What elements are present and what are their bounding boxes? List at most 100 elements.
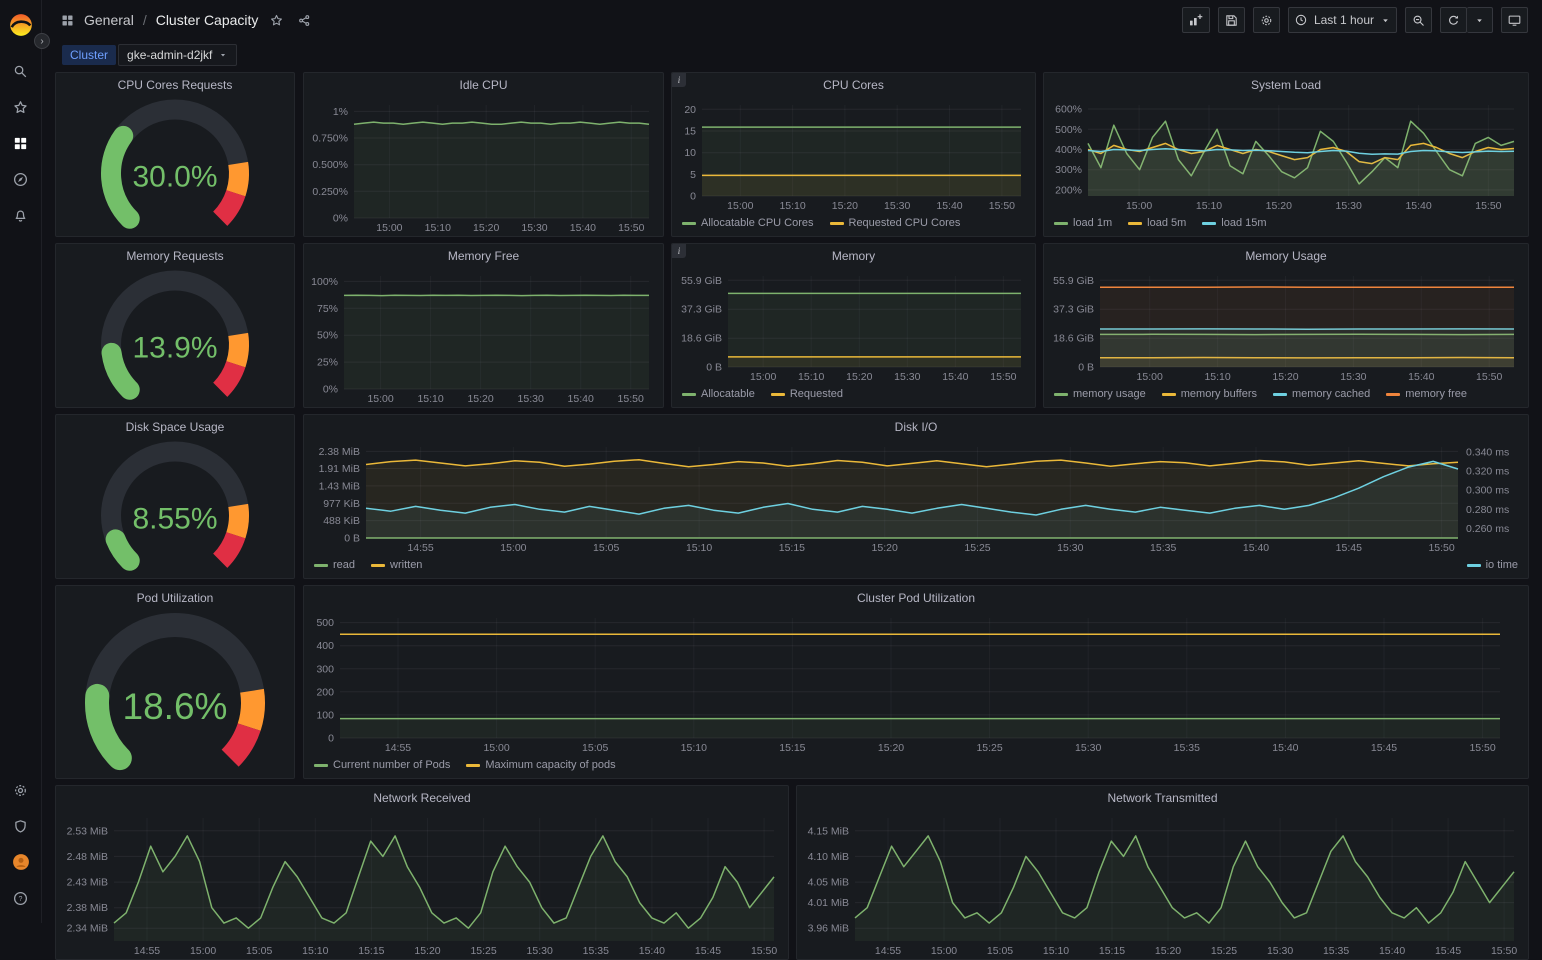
legend-item[interactable]: Allocatable CPU Cores bbox=[682, 217, 814, 229]
add-panel-button[interactable] bbox=[1182, 7, 1210, 33]
svg-text:15:25: 15:25 bbox=[470, 945, 496, 957]
legend-item[interactable]: load 1m bbox=[1054, 217, 1112, 229]
chart-disk-io[interactable]: 0 B488 KiB977 KiB1.43 MiB1.91 MiB2.38 Mi… bbox=[304, 439, 1528, 556]
svg-text:15:50: 15:50 bbox=[751, 945, 777, 957]
panel-memory: i Memory 0 B18.6 GiB37.3 GiB55.9 GiB15:0… bbox=[671, 243, 1036, 408]
legend-item[interactable]: io time bbox=[1467, 559, 1518, 571]
svg-text:55.9 GiB: 55.9 GiB bbox=[681, 275, 722, 287]
time-range-picker[interactable]: Last 1 hour bbox=[1288, 7, 1397, 33]
legend-item[interactable]: written bbox=[371, 559, 422, 571]
breadcrumb: General / Cluster Capacity bbox=[60, 11, 314, 30]
panel-info-icon[interactable]: i bbox=[672, 73, 686, 87]
dashboard-settings-button[interactable] bbox=[1253, 7, 1280, 33]
panel-title[interactable]: Network Received bbox=[56, 786, 788, 810]
chart-cluster-pod-utilization[interactable]: 010020030040050014:5515:0015:0515:1015:1… bbox=[304, 610, 1528, 756]
legend-item[interactable]: memory cached bbox=[1273, 388, 1370, 400]
svg-text:15:10: 15:10 bbox=[686, 542, 712, 554]
svg-text:977 KiB: 977 KiB bbox=[323, 498, 360, 510]
cluster-variable-label[interactable]: Cluster bbox=[62, 45, 116, 65]
svg-text:15:50: 15:50 bbox=[1491, 945, 1517, 957]
svg-text:15:25: 15:25 bbox=[976, 742, 1002, 754]
svg-text:0.280 ms: 0.280 ms bbox=[1466, 504, 1509, 516]
panel-memory-usage: Memory Usage 0 B18.6 GiB37.3 GiB55.9 GiB… bbox=[1043, 243, 1529, 408]
toolbar-actions: Last 1 hour bbox=[1182, 7, 1528, 33]
svg-text:15:45: 15:45 bbox=[1371, 742, 1397, 754]
panel-title[interactable]: CPU Cores Requests bbox=[56, 73, 294, 97]
legend-item[interactable]: Current number of Pods bbox=[314, 759, 450, 771]
panel-title[interactable]: Disk Space Usage bbox=[56, 415, 294, 439]
legend-item[interactable]: Allocatable bbox=[682, 388, 755, 400]
legend-item[interactable]: Requested CPU Cores bbox=[830, 217, 961, 229]
svg-text:15:50: 15:50 bbox=[989, 200, 1015, 212]
explore-compass-icon[interactable] bbox=[5, 164, 37, 194]
security-shield-icon[interactable] bbox=[5, 811, 37, 841]
svg-text:14:55: 14:55 bbox=[875, 945, 901, 957]
svg-text:15:05: 15:05 bbox=[246, 945, 272, 957]
panel-network-received: Network Received 2.34 MiB2.38 MiB2.43 Mi… bbox=[55, 785, 789, 960]
refresh-interval-caret[interactable] bbox=[1467, 7, 1493, 33]
panel-title[interactable]: CPU Cores bbox=[672, 73, 1035, 97]
breadcrumb-folder[interactable]: General bbox=[84, 12, 134, 28]
svg-text:25%: 25% bbox=[317, 357, 338, 369]
legend-item[interactable]: Requested bbox=[771, 388, 843, 400]
legend-item[interactable]: read bbox=[314, 559, 355, 571]
legend-item[interactable]: memory buffers bbox=[1162, 388, 1257, 400]
sidebar-expand-chevron[interactable]: › bbox=[34, 33, 50, 49]
zoom-out-button[interactable] bbox=[1405, 7, 1432, 33]
dashboards-icon[interactable] bbox=[5, 128, 37, 158]
chart-memory-usage[interactable]: 0 B18.6 GiB37.3 GiB55.9 GiB15:0015:1015:… bbox=[1044, 268, 1528, 385]
help-icon[interactable]: ? bbox=[5, 883, 37, 913]
panel-title[interactable]: Network Transmitted bbox=[797, 786, 1528, 810]
svg-text:2.34 MiB: 2.34 MiB bbox=[67, 923, 108, 935]
chart-legend: Current number of Pods Maximum capacity o… bbox=[304, 756, 1528, 778]
svg-text:10: 10 bbox=[684, 147, 696, 159]
panel-title[interactable]: Cluster Pod Utilization bbox=[304, 586, 1528, 610]
legend-item[interactable]: memory free bbox=[1386, 388, 1467, 400]
panel-title[interactable]: Pod Utilization bbox=[56, 586, 294, 610]
svg-text:15:50: 15:50 bbox=[618, 393, 644, 405]
chevron-down-icon bbox=[218, 50, 228, 60]
legend-item[interactable]: load 5m bbox=[1128, 217, 1186, 229]
svg-text:15:10: 15:10 bbox=[425, 222, 451, 234]
chart-network-received[interactable]: 2.34 MiB2.38 MiB2.43 MiB2.48 MiB2.53 MiB… bbox=[56, 810, 788, 959]
panel-title[interactable]: Memory Usage bbox=[1044, 244, 1528, 268]
alerting-bell-icon[interactable] bbox=[5, 200, 37, 230]
search-icon[interactable] bbox=[5, 56, 37, 86]
panel-info-icon[interactable]: i bbox=[672, 244, 686, 258]
svg-text:0: 0 bbox=[328, 733, 334, 745]
legend-item[interactable]: Maximum capacity of pods bbox=[466, 759, 615, 771]
chart-cpu-cores[interactable]: 0510152015:0015:1015:2015:3015:4015:50 bbox=[672, 97, 1035, 214]
panel-title[interactable]: Memory bbox=[672, 244, 1035, 268]
share-dashboard-icon[interactable] bbox=[295, 11, 314, 30]
svg-text:15:00: 15:00 bbox=[367, 393, 393, 405]
star-dashboard-icon[interactable] bbox=[267, 11, 286, 30]
panel-title[interactable]: Memory Requests bbox=[56, 244, 294, 268]
legend-item[interactable]: memory usage bbox=[1054, 388, 1146, 400]
starred-icon[interactable] bbox=[5, 92, 37, 122]
panel-title[interactable]: Idle CPU bbox=[304, 73, 663, 97]
chart-idle-cpu[interactable]: 0%0.250%0.500%0.750%1%15:0015:1015:2015:… bbox=[304, 97, 663, 236]
cluster-variable-dropdown[interactable]: gke-admin-d2jkf bbox=[118, 44, 237, 66]
cycle-view-button[interactable] bbox=[1501, 7, 1528, 33]
svg-text:15:40: 15:40 bbox=[1408, 371, 1434, 383]
settings-gear-icon[interactable] bbox=[5, 775, 37, 805]
chart-network-transmitted[interactable]: 3.96 MiB4.01 MiB4.05 MiB4.10 MiB4.15 MiB… bbox=[797, 810, 1528, 959]
grafana-logo[interactable] bbox=[5, 8, 37, 42]
breadcrumb-dashboard-title[interactable]: Cluster Capacity bbox=[156, 12, 259, 28]
svg-text:15:30: 15:30 bbox=[1340, 371, 1366, 383]
panel-title[interactable]: System Load bbox=[1044, 73, 1528, 97]
svg-text:4.15 MiB: 4.15 MiB bbox=[808, 825, 849, 837]
refresh-button[interactable] bbox=[1440, 7, 1467, 33]
panel-idle-cpu: Idle CPU 0%0.250%0.500%0.750%1%15:0015:1… bbox=[303, 72, 664, 237]
save-dashboard-button[interactable] bbox=[1218, 7, 1245, 33]
user-avatar[interactable] bbox=[5, 847, 37, 877]
panel-title[interactable]: Memory Free bbox=[304, 244, 663, 268]
svg-text:15:40: 15:40 bbox=[1272, 742, 1298, 754]
svg-text:0.250%: 0.250% bbox=[312, 186, 348, 198]
panel-title[interactable]: Disk I/O bbox=[304, 415, 1528, 439]
svg-text:100: 100 bbox=[316, 709, 334, 721]
legend-item[interactable]: load 15m bbox=[1202, 217, 1266, 229]
chart-system-load[interactable]: 200%300%400%500%600%15:0015:1015:2015:30… bbox=[1044, 97, 1528, 214]
chart-memory[interactable]: 0 B18.6 GiB37.3 GiB55.9 GiB15:0015:1015:… bbox=[672, 268, 1035, 385]
chart-memory-free[interactable]: 0%25%50%75%100%15:0015:1015:2015:3015:40… bbox=[304, 268, 663, 407]
